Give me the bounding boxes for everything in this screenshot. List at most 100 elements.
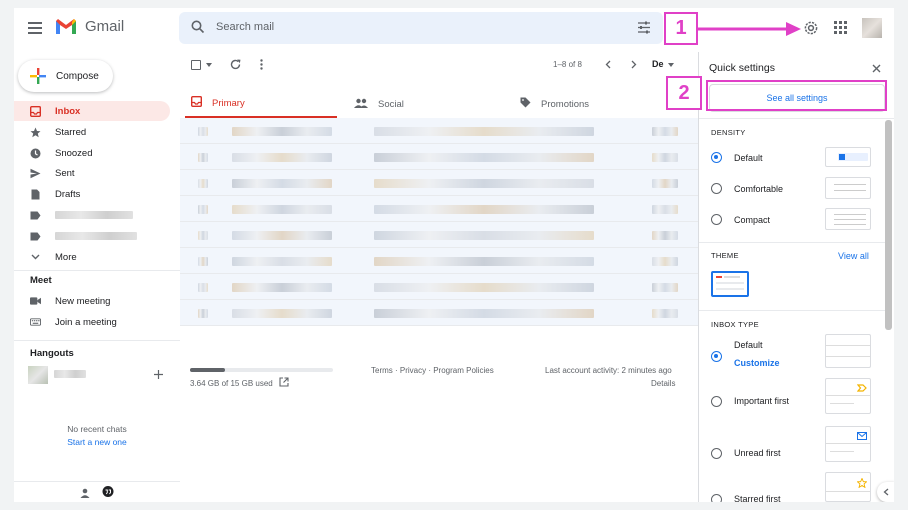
search-bar[interactable]: Search mail <box>179 12 663 44</box>
tab-label: Social <box>378 98 404 110</box>
nav-more-toggle[interactable]: More <box>14 247 170 267</box>
search-options-icon[interactable] <box>637 21 651 34</box>
blurred-email-text <box>232 257 332 266</box>
inbox-starred-first-radio[interactable] <box>711 494 722 502</box>
sort-dropdown-caret-icon[interactable] <box>668 63 674 67</box>
email-row[interactable] <box>180 222 710 248</box>
blurred-email-text <box>198 283 208 292</box>
nav-item-label-2[interactable] <box>14 226 170 246</box>
nav-item-snoozed[interactable]: Snoozed <box>14 143 170 163</box>
search-input[interactable]: Search mail <box>216 21 274 33</box>
tab-primary[interactable]: Primary <box>185 90 337 118</box>
compose-button[interactable]: Compose <box>18 60 113 92</box>
search-icon[interactable] <box>191 20 205 34</box>
send-icon <box>30 168 41 179</box>
start-new-chat-link[interactable]: Start a new one <box>14 437 180 447</box>
blurred-email-text <box>374 127 594 136</box>
blurred-label-name <box>55 232 137 240</box>
inbox-type-heading: INBOX TYPE <box>711 320 759 329</box>
email-row[interactable] <box>180 300 710 326</box>
main-menu-button[interactable] <box>28 22 42 34</box>
inbox-unread-first-label[interactable]: Unread first <box>734 448 781 458</box>
email-row[interactable] <box>180 274 710 300</box>
blurred-email-text <box>232 153 332 162</box>
density-comfortable-label[interactable]: Comfortable <box>734 184 783 194</box>
nav-item-sent[interactable]: Sent <box>14 163 170 183</box>
blurred-email-text <box>232 309 332 318</box>
blurred-email-text <box>232 231 332 240</box>
chevron-left-icon[interactable] <box>605 60 611 69</box>
email-row[interactable] <box>180 118 710 144</box>
activity-details-link[interactable]: Details <box>651 379 675 388</box>
hangouts-user-avatar[interactable] <box>28 366 48 384</box>
person-icon[interactable] <box>80 488 90 498</box>
density-comfortable-radio[interactable] <box>711 183 722 194</box>
blurred-email-text <box>652 127 678 136</box>
blurred-email-text <box>198 231 208 240</box>
nav-item-label: Drafts <box>55 188 81 200</box>
email-row[interactable] <box>180 248 710 274</box>
email-row[interactable] <box>180 196 710 222</box>
more-vert-icon[interactable] <box>260 59 263 70</box>
close-icon[interactable] <box>872 64 881 73</box>
inbox-default-label[interactable]: Default <box>734 340 763 350</box>
nav-item-inbox[interactable]: Inbox <box>14 101 170 121</box>
annotation-step-2-label: 2 <box>678 81 690 104</box>
annotation-step-1: 1 <box>664 12 698 45</box>
select-all-checkbox[interactable] <box>191 60 201 70</box>
footer-policy-links[interactable]: Terms · Privacy · Program Policies <box>371 366 494 375</box>
star-outline-icon <box>857 478 867 488</box>
blurred-email-text <box>198 153 208 162</box>
nav-item-label: Sent <box>55 167 75 179</box>
nav-item-starred[interactable]: Starred <box>14 122 170 142</box>
nav-item-drafts[interactable]: Drafts <box>14 184 170 204</box>
inbox-default-radio[interactable] <box>711 351 722 362</box>
annotation-step-1-label: 1 <box>675 17 687 39</box>
nav-item-label-1[interactable] <box>14 205 170 225</box>
email-row[interactable] <box>180 170 710 196</box>
theme-default-thumbnail[interactable] <box>711 271 749 297</box>
chevron-right-icon[interactable] <box>631 60 637 69</box>
view-all-themes-link[interactable]: View all <box>838 251 869 261</box>
inbox-unread-preview <box>825 426 871 462</box>
chevron-down-icon <box>30 252 41 263</box>
inbox-important-first-label[interactable]: Important first <box>734 396 789 406</box>
email-row[interactable] <box>180 144 710 170</box>
side-panel-toggle-button[interactable] <box>877 482 894 502</box>
inbox-customize-link[interactable]: Customize <box>734 358 780 368</box>
inbox-icon <box>190 95 203 110</box>
sort-selector[interactable]: De <box>652 59 664 69</box>
open-external-icon[interactable] <box>279 377 289 387</box>
inbox-starred-first-label[interactable]: Starred first <box>734 494 781 502</box>
density-default-radio[interactable] <box>711 152 722 163</box>
meet-new-meeting[interactable]: New meeting <box>14 291 170 311</box>
select-dropdown-caret-icon[interactable] <box>206 63 212 67</box>
gmail-m-icon <box>56 19 76 34</box>
density-compact-label[interactable]: Compact <box>734 215 770 225</box>
hangouts-chat-icon[interactable] <box>102 486 114 498</box>
inbox-important-first-radio[interactable] <box>711 396 722 407</box>
density-default-label[interactable]: Default <box>734 153 763 163</box>
email-list[interactable] <box>180 118 710 326</box>
blurred-email-text <box>198 309 208 318</box>
add-hangout-plus-icon[interactable] <box>154 370 163 379</box>
meet-join-meeting[interactable]: Join a meeting <box>14 312 170 332</box>
storage-used-text: 3.64 GB of 15 GB used <box>190 379 273 388</box>
refresh-icon[interactable] <box>230 59 241 70</box>
inbox-important-preview <box>825 378 871 414</box>
inbox-starred-preview <box>825 472 871 502</box>
density-compact-radio[interactable] <box>711 214 722 225</box>
last-activity-text: Last account activity: 2 minutes ago <box>545 366 672 375</box>
tab-social[interactable]: Social <box>354 90 404 118</box>
inbox-unread-first-radio[interactable] <box>711 448 722 459</box>
settings-gear-icon[interactable] <box>803 20 819 36</box>
hangouts-heading: Hangouts <box>30 348 74 359</box>
account-avatar[interactable] <box>862 18 882 38</box>
draft-icon <box>30 189 41 200</box>
annotation-step-2: 2 <box>666 76 702 110</box>
apps-grid-icon[interactable] <box>834 21 847 34</box>
gmail-logo[interactable]: Gmail <box>55 18 124 35</box>
quick-settings-scrollbar[interactable] <box>885 120 892 330</box>
tab-promotions[interactable]: Promotions <box>520 90 589 118</box>
chevron-left-icon <box>883 488 889 496</box>
